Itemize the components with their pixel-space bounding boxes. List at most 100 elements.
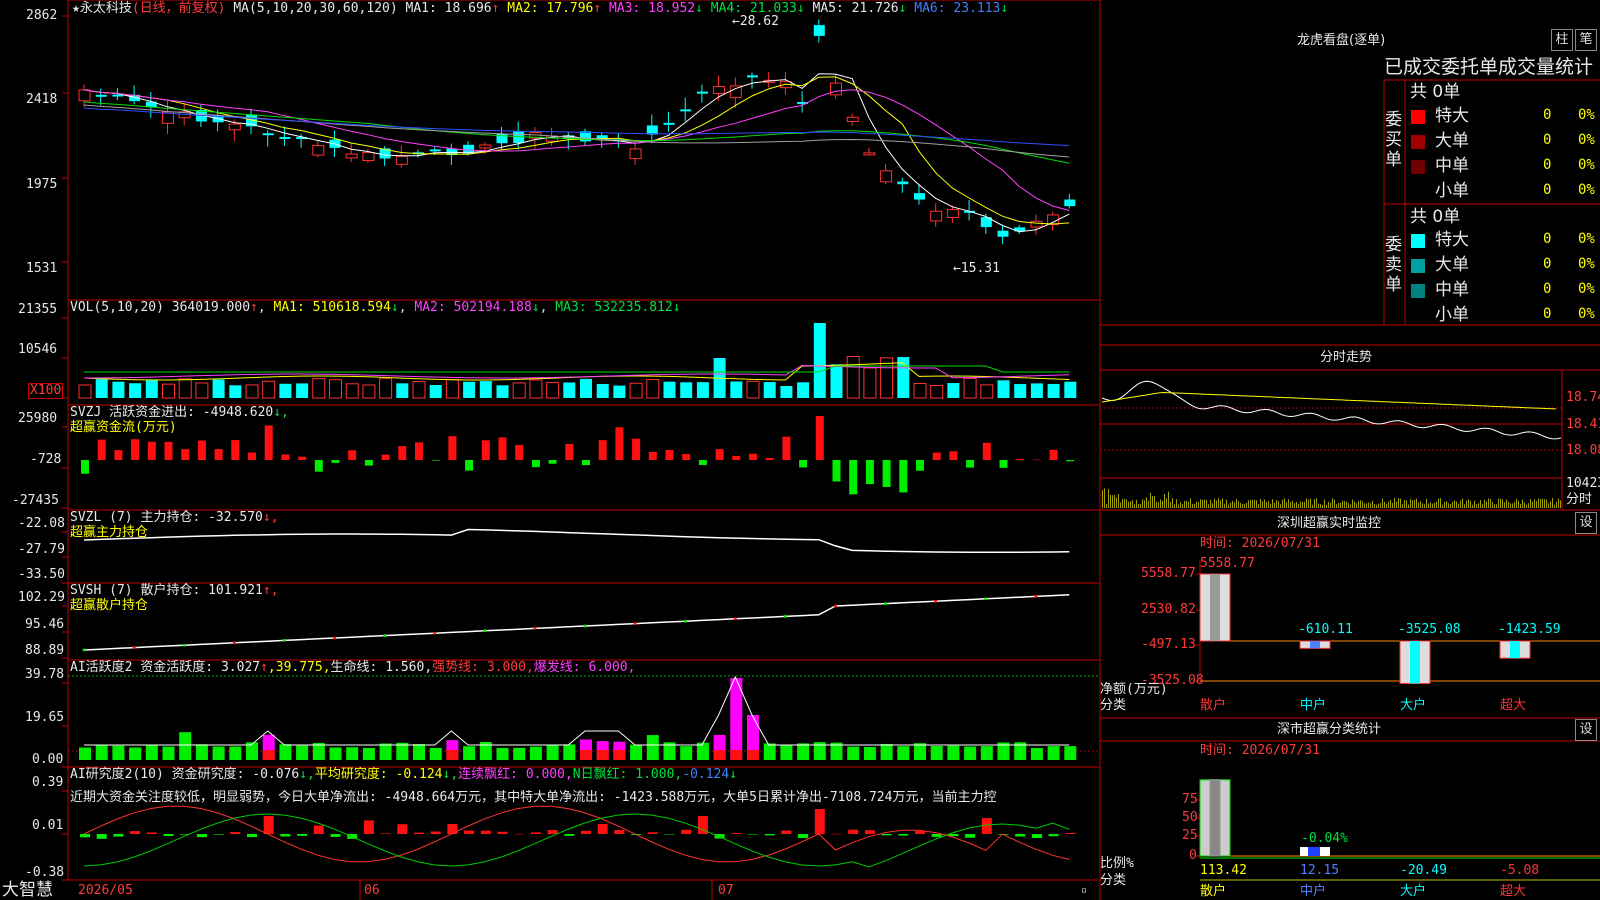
intraday-volume-bar: [1270, 503, 1271, 508]
activity-bar: [680, 746, 693, 760]
chart-canvas[interactable]: [0, 0, 1600, 900]
volume-bar: [863, 367, 877, 399]
y-tick: -728: [30, 452, 62, 467]
research-bar: [497, 831, 508, 834]
intraday-volume-bar: [1430, 502, 1431, 508]
vol-unit-badge[interactable]: X100: [28, 383, 64, 399]
intraday-volume-bar: [1548, 503, 1549, 508]
fund-flow-bar: [832, 460, 841, 482]
intraday-volume-bar: [1114, 495, 1115, 508]
research-bar: [965, 834, 976, 838]
y-tick: -33.50: [18, 567, 65, 582]
up-arrow-icon: ↑: [250, 300, 258, 315]
intraday-volume-bar: [1254, 499, 1255, 508]
activity-bar: [797, 743, 810, 760]
research-bar: [363, 820, 374, 834]
candle-body: [863, 152, 876, 156]
fund-flow-bar: [598, 440, 607, 460]
retail-dot: [583, 624, 587, 628]
order-size-label: 中单: [1435, 280, 1469, 300]
candle-body: [997, 230, 1009, 237]
intraday-volume-bar: [1424, 504, 1425, 508]
ai1-header: AI活跃度2 资金活跃度: 3.027↑,39.775,生命线: 1.560,强…: [70, 660, 635, 675]
volume-bar: [1030, 383, 1043, 398]
y-tick: 19.65: [25, 710, 65, 725]
intraday-volume-bar: [1122, 499, 1123, 508]
intraday-volume-bar: [1440, 498, 1441, 508]
y-tick: 39.78: [25, 667, 65, 682]
intraday-volume-bar: [1288, 499, 1289, 508]
activity-bar: [529, 746, 542, 760]
intraday-volume-bar: [1162, 500, 1163, 508]
y-tick: 2418: [26, 92, 58, 107]
intraday-volume-bar: [1500, 498, 1501, 508]
intraday-volume-bar: [1262, 501, 1263, 508]
lock-icon[interactable]: ▫: [1081, 884, 1087, 898]
vol-ma3: MA3: 532235.812: [555, 300, 673, 315]
bar-value-label: -1423.59: [1498, 622, 1561, 637]
tick-mode-button[interactable]: 笔: [1575, 29, 1597, 51]
fund-flow-bar: [431, 460, 440, 461]
vol-value: 364019.000: [171, 300, 251, 315]
activity-bar: [863, 746, 876, 760]
intraday-volume-bar: [1232, 500, 1233, 508]
intraday-volume-bar: [1516, 498, 1517, 508]
retail-dot: [182, 643, 186, 647]
fund-flow-bar: [749, 453, 757, 460]
fund-flow-bar: [248, 452, 256, 460]
brand-logo[interactable]: 大智慧: [2, 880, 53, 900]
intraday-volume-bar: [1536, 500, 1537, 508]
intraday-volume-bar: [1546, 499, 1547, 508]
volume-bar: [429, 385, 442, 398]
intraday-volume-bar: [1360, 500, 1361, 508]
activity-bar: [129, 747, 142, 760]
retail-position-line: [83, 594, 1070, 651]
intraday-volume-bar: [1216, 500, 1217, 508]
classify-xlabel: 分类: [1100, 873, 1127, 888]
intraday-volume-bar: [1180, 502, 1181, 508]
research-bar: [297, 834, 308, 836]
fund-flow-bar: [916, 460, 924, 471]
research-bar: [113, 834, 124, 837]
intraday-volume-bar: [1460, 500, 1461, 508]
order-percent: 0%: [1578, 231, 1595, 247]
main-position-line: [83, 528, 1070, 553]
research-bar: [764, 834, 775, 836]
intraday-volume-bar: [1136, 499, 1137, 508]
fund-flow-bar: [1066, 460, 1075, 462]
fund-flow-bar: [114, 450, 123, 460]
candle-body: [395, 155, 408, 165]
intraday-volume-bar: [1308, 499, 1309, 508]
fund-flow-bar: [932, 452, 941, 460]
monitor-ylabel: 净额(万元): [1100, 682, 1168, 697]
intraday-volume-bar: [1512, 503, 1513, 508]
intraday-volume-bar: [1508, 501, 1509, 508]
volume-bar: [596, 384, 609, 398]
bar-mode-button[interactable]: 柱: [1551, 29, 1573, 51]
retail-dot: [132, 646, 136, 650]
star-icon: ★: [72, 1, 80, 16]
monitor-settings-button[interactable]: 设: [1575, 512, 1597, 534]
candle-body: [663, 122, 675, 125]
intraday-volume-bar: [1286, 502, 1287, 508]
intraday-volume-bar: [1246, 502, 1247, 508]
intraday-price-line: [1101, 380, 1562, 440]
volume-bar: [112, 381, 125, 398]
period-label[interactable]: (日线，前复权): [132, 1, 226, 16]
retail-dot: [483, 629, 487, 633]
volume-bar: [262, 380, 276, 399]
intraday-volume-bar: [1358, 501, 1359, 508]
ma-line: [83, 104, 1070, 158]
volume-bar: [496, 385, 509, 398]
fund-flow-bar: [314, 460, 323, 472]
intraday-volume-bar: [1324, 499, 1325, 508]
intraday-volume-bar: [1560, 500, 1561, 508]
intraday-volume-bar: [1472, 504, 1473, 508]
research-bar: [864, 830, 875, 834]
intraday-volume-bar: [1552, 498, 1553, 508]
intraday-volume-bar: [1184, 500, 1185, 508]
classify-settings-button[interactable]: 设: [1575, 719, 1597, 741]
stock-name[interactable]: 永太科技: [80, 1, 132, 16]
intraday-volume-bar: [1520, 504, 1521, 508]
intraday-volume-bar: [1284, 498, 1285, 508]
